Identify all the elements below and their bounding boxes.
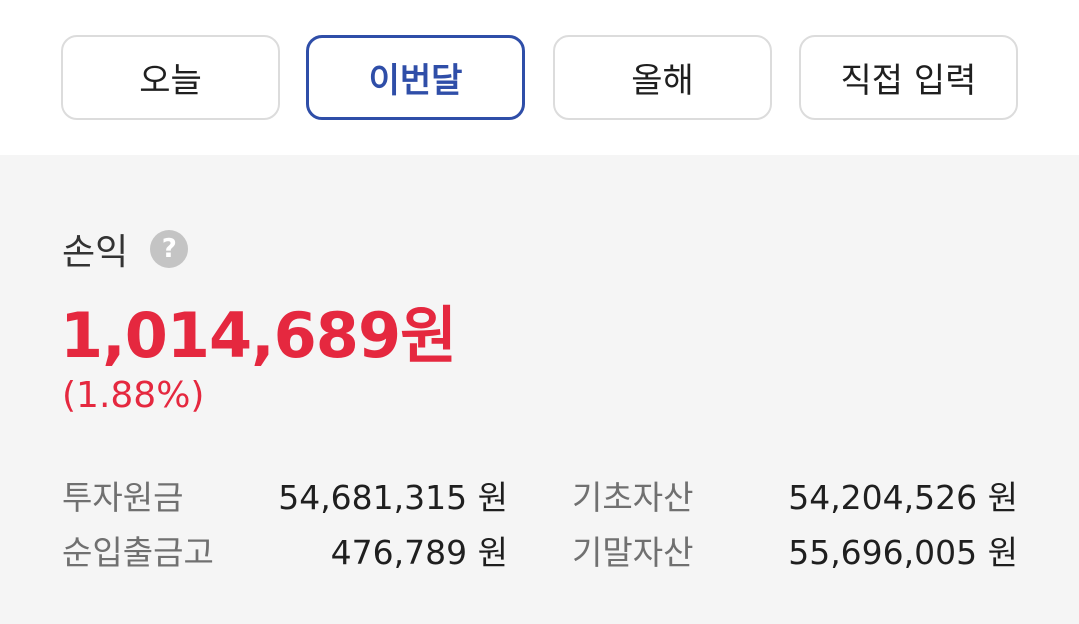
period-tabs: 오늘 이번달 올해 직접 입력 — [0, 0, 1079, 155]
help-icon[interactable]: ? — [150, 230, 189, 268]
ending-assets-value: 55,696,005 원 — [788, 533, 1018, 572]
profit-summary-panel: 손익 ? 1,014,689원 (1.88%) 투자원금 54,681,315 … — [0, 155, 1079, 624]
tab-today[interactable]: 오늘 — [61, 35, 280, 120]
beginning-assets-label: 기초자산 — [572, 478, 694, 517]
principal-value: 54,681,315 원 — [278, 478, 508, 517]
net-deposit-value: 476,789 원 — [330, 533, 508, 572]
tab-custom-input[interactable]: 직접 입력 — [799, 35, 1018, 120]
profit-amount: 1,014,689원 — [60, 299, 457, 372]
principal-label: 투자원금 — [62, 478, 184, 517]
tab-this-month[interactable]: 이번달 — [306, 35, 525, 120]
net-deposit-label: 순입출금고 — [62, 533, 214, 572]
profit-label-row: 손익 ? — [62, 223, 189, 275]
tab-this-year[interactable]: 올해 — [553, 35, 772, 120]
ending-assets-label: 기말자산 — [572, 533, 694, 572]
beginning-assets-value: 54,204,526 원 — [788, 478, 1018, 517]
profit-rate: (1.88%) — [62, 375, 205, 416]
profit-label: 손익 — [62, 232, 129, 273]
